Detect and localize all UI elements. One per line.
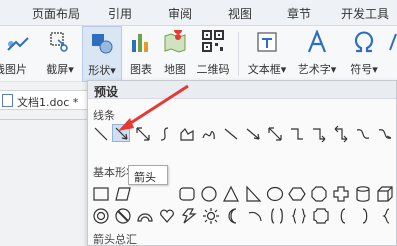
cube-shape[interactable] — [376, 185, 394, 203]
document-tab[interactable]: 文档1.doc * — [0, 90, 88, 110]
arrows-section-label: 箭头总汇 — [93, 233, 137, 246]
qrcode-label: 二维码 — [196, 63, 230, 76]
right-bracket-shape[interactable] — [356, 207, 374, 225]
heart-shape[interactable] — [158, 207, 176, 225]
moon-shape[interactable] — [224, 207, 242, 225]
lines-section-label: 线条 — [93, 109, 115, 122]
curved-connector-shape[interactable] — [354, 125, 372, 143]
left-brace-shape[interactable] — [378, 207, 396, 225]
qrcode-button[interactable]: 二维码 — [193, 26, 233, 82]
oval-shape[interactable] — [266, 185, 284, 203]
picture-icon — [6, 30, 30, 57]
doc-file-icon — [2, 94, 13, 107]
tab-developer[interactable]: 开发工具 — [341, 5, 389, 22]
scissors-icon — [48, 30, 72, 57]
shapes-button[interactable]: 形状▾ — [82, 26, 122, 82]
arrow-line-shape[interactable] — [112, 124, 130, 142]
lightning-bolt-shape[interactable] — [180, 207, 198, 225]
symbol-button[interactable]: 符号▾ — [343, 26, 385, 82]
shapes-icon — [90, 31, 114, 58]
map-icon — [163, 26, 187, 57]
scribble-shape[interactable] — [200, 125, 218, 143]
arc-shape[interactable] — [246, 207, 264, 225]
tab-review[interactable]: 审阅 — [168, 5, 192, 22]
document-tab-name: 文档1.doc * — [17, 96, 79, 109]
rectangle-shape[interactable] — [92, 185, 110, 203]
omega-icon — [352, 30, 376, 57]
chart-label: 图表 — [130, 63, 152, 76]
ellipse-shape[interactable] — [200, 185, 218, 203]
qrcode-icon — [202, 30, 224, 55]
bar-chart-icon — [129, 30, 153, 57]
elbow-shape[interactable] — [288, 125, 306, 143]
horizontal-ruler — [0, 114, 90, 120]
tab-view[interactable]: 视图 — [228, 5, 252, 22]
can-shape[interactable] — [354, 185, 372, 203]
wordart-label: 艺术字▾ — [297, 63, 337, 76]
menu-tab-bar: 页面布局 引用 审阅 视图 章节 开发工具 — [0, 0, 397, 26]
document-area: 文档1.doc * — [0, 82, 90, 246]
tab-sections[interactable]: 章节 — [287, 5, 311, 22]
double-connector-shape[interactable] — [266, 125, 284, 143]
wordart-icon — [305, 29, 329, 57]
formula-icon — [388, 30, 397, 57]
double-bracket-shape[interactable] — [268, 207, 286, 225]
elbow-connector-shape[interactable] — [222, 125, 240, 143]
no-symbol-shape[interactable] — [114, 207, 132, 225]
online-picture-label: 线图片 — [0, 63, 27, 76]
shapes-dropdown-panel: 预设 线条 基本形状 箭头总汇 — [87, 80, 397, 246]
textbox-label: 文本框▾ — [247, 63, 287, 76]
symbol-label: 符号▾ — [350, 63, 378, 76]
donut-shape[interactable] — [92, 207, 110, 225]
textbox-icon — [255, 30, 279, 57]
chart-button[interactable]: 图表 — [126, 26, 156, 82]
line-shape[interactable] — [92, 125, 110, 143]
tab-page-layout[interactable]: 页面布局 — [32, 5, 80, 22]
plaque-shape[interactable] — [312, 207, 330, 225]
screenshot-button[interactable]: 截屏▾ — [42, 26, 78, 82]
panel-header: 预设 — [88, 81, 396, 99]
sun-shape[interactable] — [202, 207, 220, 225]
tooltip-text: 箭头 — [134, 171, 156, 184]
triangle-shape[interactable] — [222, 185, 240, 203]
block-arc-shape[interactable] — [136, 207, 154, 225]
map-button[interactable]: 地图 — [158, 26, 192, 82]
map-label: 地图 — [164, 63, 186, 76]
screenshot-label: 截屏▾ — [46, 63, 74, 76]
tab-references[interactable]: 引用 — [108, 5, 132, 22]
plus-shape[interactable] — [332, 185, 350, 203]
parallelogram-shape[interactable] — [114, 185, 132, 203]
shape-tooltip: 箭头 — [128, 165, 168, 185]
curved-arrow-connector-shape[interactable] — [376, 125, 394, 143]
textbox-button[interactable]: 文本框▾ — [242, 26, 292, 82]
wordart-button[interactable]: 艺术字▾ — [294, 26, 340, 82]
online-picture-button[interactable]: 线图片 — [0, 26, 36, 82]
freeform-shape[interactable] — [178, 125, 196, 143]
rounded-rectangle-shape[interactable] — [178, 185, 196, 203]
straight-connector-shape[interactable] — [244, 125, 262, 143]
elbow-arrow-shape[interactable] — [310, 125, 328, 143]
insert-ribbon: 线图片 截屏▾ 形状▾ 图表 地图 二维码 文本框▾ — [0, 26, 397, 82]
ribbon-divider — [238, 32, 239, 76]
shapes-label: 形状▾ — [88, 64, 116, 77]
hexagon-shape[interactable] — [288, 185, 306, 203]
curve-shape[interactable] — [156, 125, 174, 143]
formula-button-partial[interactable] — [388, 26, 397, 82]
preset-heading: 预设 — [94, 85, 119, 99]
double-arrow-line-shape[interactable] — [134, 125, 152, 143]
elbow-double-arrow-shape[interactable] — [332, 125, 350, 143]
double-brace-shape[interactable] — [290, 207, 308, 225]
left-bracket-shape[interactable] — [334, 207, 352, 225]
right-triangle-shape[interactable] — [244, 185, 262, 203]
octagon-shape[interactable] — [310, 185, 328, 203]
